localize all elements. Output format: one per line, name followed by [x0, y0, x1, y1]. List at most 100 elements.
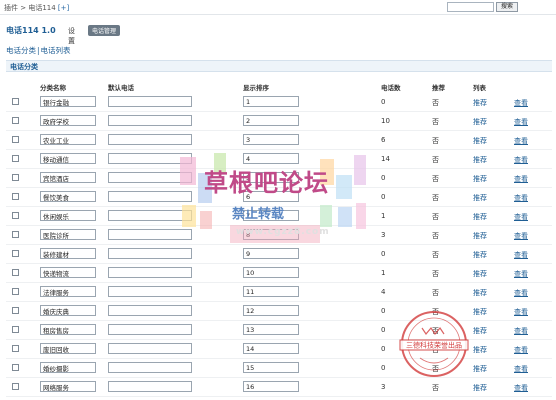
row-select-checkbox[interactable] — [12, 269, 19, 276]
search-input[interactable] — [447, 2, 494, 12]
category-name-input[interactable] — [40, 267, 96, 278]
row-select-checkbox[interactable] — [12, 326, 19, 333]
default-phone-input[interactable] — [108, 134, 192, 145]
default-phone-input[interactable] — [108, 248, 192, 259]
display-order-input[interactable] — [243, 96, 299, 107]
default-phone-input[interactable] — [108, 286, 192, 297]
row-select-checkbox[interactable] — [12, 250, 19, 257]
recommend-link[interactable]: 推荐 — [473, 307, 487, 317]
category-name-input[interactable] — [40, 134, 96, 145]
default-phone-input[interactable] — [108, 305, 192, 316]
default-phone-input[interactable] — [108, 381, 192, 392]
row-select-checkbox[interactable] — [12, 98, 19, 105]
default-phone-input[interactable] — [108, 96, 192, 107]
recommend-link[interactable]: 推荐 — [473, 383, 487, 393]
default-phone-input[interactable] — [108, 343, 192, 354]
default-phone-input[interactable] — [108, 324, 192, 335]
default-phone-input[interactable] — [108, 229, 192, 240]
recommend-link[interactable]: 推荐 — [473, 117, 487, 127]
view-link[interactable]: 查看 — [514, 326, 528, 336]
row-select-checkbox[interactable] — [12, 383, 19, 390]
view-link[interactable]: 查看 — [514, 98, 528, 108]
category-name-input[interactable] — [40, 343, 96, 354]
view-link[interactable]: 查看 — [514, 269, 528, 279]
recommend-link[interactable]: 推荐 — [473, 212, 487, 222]
row-select-checkbox[interactable] — [12, 345, 19, 352]
recommend-link[interactable]: 推荐 — [473, 174, 487, 184]
row-select-checkbox[interactable] — [12, 174, 19, 181]
subtab-list[interactable]: 电话列表 — [41, 46, 71, 55]
row-select-checkbox[interactable] — [12, 307, 19, 314]
view-link[interactable]: 查看 — [514, 345, 528, 355]
row-select-checkbox[interactable] — [12, 117, 19, 124]
default-phone-input[interactable] — [108, 115, 192, 126]
display-order-input[interactable] — [243, 267, 299, 278]
category-name-input[interactable] — [40, 248, 96, 259]
view-link[interactable]: 查看 — [514, 288, 528, 298]
row-select-checkbox[interactable] — [12, 364, 19, 371]
category-name-input[interactable] — [40, 191, 96, 202]
row-select-checkbox[interactable] — [12, 193, 19, 200]
default-phone-input[interactable] — [108, 362, 192, 373]
recommend-link[interactable]: 推荐 — [473, 345, 487, 355]
display-order-input[interactable] — [243, 343, 299, 354]
default-phone-input[interactable] — [108, 191, 192, 202]
category-name-input[interactable] — [40, 305, 96, 316]
display-order-input[interactable] — [243, 248, 299, 259]
search-button[interactable]: 搜索 — [496, 2, 518, 12]
display-order-input[interactable] — [243, 286, 299, 297]
recommend-link[interactable]: 推荐 — [473, 98, 487, 108]
recommend-link[interactable]: 推荐 — [473, 231, 487, 241]
display-order-input[interactable] — [243, 172, 299, 183]
display-order-input[interactable] — [243, 134, 299, 145]
default-phone-input[interactable] — [108, 153, 192, 164]
category-name-input[interactable] — [40, 286, 96, 297]
row-select-checkbox[interactable] — [12, 288, 19, 295]
recommend-link[interactable]: 推荐 — [473, 193, 487, 203]
recommend-link[interactable]: 推荐 — [473, 288, 487, 298]
category-name-input[interactable] — [40, 172, 96, 183]
subtab-category[interactable]: 电话分类 — [6, 46, 36, 55]
recommend-link[interactable]: 推荐 — [473, 136, 487, 146]
row-select-checkbox[interactable] — [12, 136, 19, 143]
recommend-link[interactable]: 推荐 — [473, 326, 487, 336]
category-name-input[interactable] — [40, 362, 96, 373]
view-link[interactable]: 查看 — [514, 250, 528, 260]
category-name-input[interactable] — [40, 229, 96, 240]
row-select-checkbox[interactable] — [12, 155, 19, 162]
recommend-link[interactable]: 推荐 — [473, 155, 487, 165]
category-name-input[interactable] — [40, 153, 96, 164]
view-link[interactable]: 查看 — [514, 136, 528, 146]
category-name-input[interactable] — [40, 381, 96, 392]
breadcrumb-expand-link[interactable]: [+] — [58, 4, 69, 12]
view-link[interactable]: 查看 — [514, 212, 528, 222]
view-link[interactable]: 查看 — [514, 174, 528, 184]
display-order-input[interactable] — [243, 362, 299, 373]
display-order-input[interactable] — [243, 115, 299, 126]
display-order-input[interactable] — [243, 229, 299, 240]
default-phone-input[interactable] — [108, 267, 192, 278]
row-select-checkbox[interactable] — [12, 212, 19, 219]
default-phone-input[interactable] — [108, 210, 192, 221]
display-order-input[interactable] — [243, 381, 299, 392]
display-order-input[interactable] — [243, 210, 299, 221]
display-order-input[interactable] — [243, 324, 299, 335]
row-select-checkbox[interactable] — [12, 231, 19, 238]
display-order-input[interactable] — [243, 153, 299, 164]
category-name-input[interactable] — [40, 324, 96, 335]
display-order-input[interactable] — [243, 305, 299, 316]
view-link[interactable]: 查看 — [514, 155, 528, 165]
recommend-link[interactable]: 推荐 — [473, 269, 487, 279]
recommend-link[interactable]: 推荐 — [473, 250, 487, 260]
nav-manage-tab[interactable]: 电话管理 — [88, 25, 121, 36]
default-phone-input[interactable] — [108, 172, 192, 183]
view-link[interactable]: 查看 — [514, 193, 528, 203]
view-link[interactable]: 查看 — [514, 364, 528, 374]
nav-settings-link[interactable]: 设置 — [68, 26, 75, 46]
display-order-input[interactable] — [243, 191, 299, 202]
view-link[interactable]: 查看 — [514, 117, 528, 127]
recommend-link[interactable]: 推荐 — [473, 364, 487, 374]
view-link[interactable]: 查看 — [514, 383, 528, 393]
category-name-input[interactable] — [40, 115, 96, 126]
category-name-input[interactable] — [40, 96, 96, 107]
